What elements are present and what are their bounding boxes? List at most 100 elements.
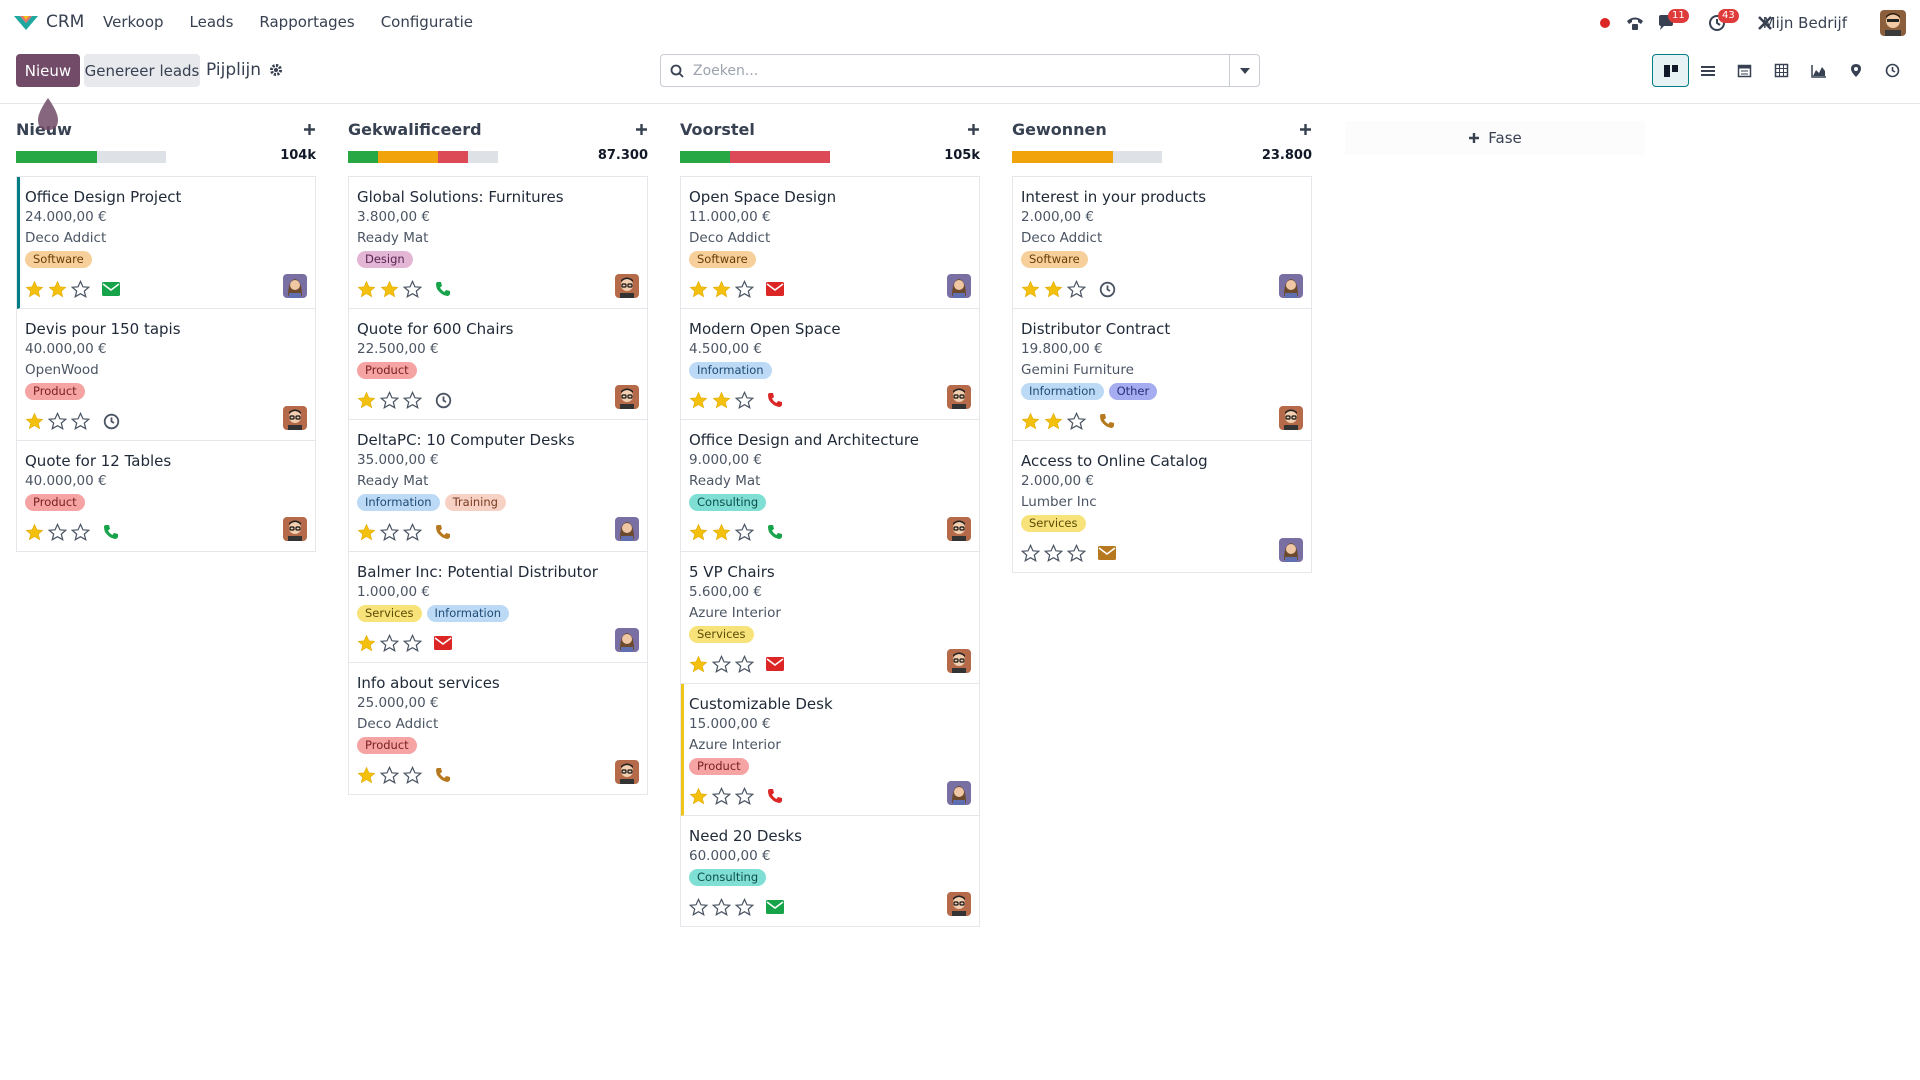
salesperson-avatar[interactable] [947,385,971,409]
column-title[interactable]: Gekwalificeerd [348,120,482,139]
quick-create-plus-icon[interactable] [1299,120,1312,141]
opportunity-card[interactable]: Interest in your products 2.000,00 € Deco … [1013,177,1311,309]
opportunity-card[interactable]: Global Solutions: Furnitures 3.800,00 € Re… [349,177,647,309]
phone-activity-icon[interactable] [102,523,120,541]
column-progress-bar[interactable] [348,151,498,163]
phone-activity-icon[interactable] [1098,412,1116,430]
opportunity-card[interactable]: Open Space Design 11.000,00 € Deco Addict S… [681,177,979,309]
star-empty-icon[interactable] [379,390,400,410]
star-empty-icon[interactable] [402,633,423,653]
phone-activity-icon[interactable] [766,391,784,409]
map-view-button[interactable] [1837,54,1874,87]
star-filled-icon[interactable] [689,523,708,542]
recording-dot-icon[interactable] [1594,12,1616,34]
star-filled-icon[interactable] [1021,412,1040,431]
phone-activity-icon[interactable] [434,766,452,784]
progress-segment[interactable] [729,151,830,163]
menu-item-configuratie[interactable]: Configuratie [381,13,473,31]
star-filled-icon[interactable] [689,787,708,806]
star-empty-icon[interactable] [711,654,732,674]
phone-activity-icon[interactable] [766,787,784,805]
generate-leads-button[interactable]: Genereer leads [84,54,200,87]
list-view-button[interactable] [1689,54,1726,87]
user-avatar[interactable] [1880,10,1906,36]
column-title[interactable]: Gewonnen [1012,120,1107,139]
star-filled-icon[interactable] [712,280,731,299]
pivot-view-button[interactable] [1763,54,1800,87]
progress-segment[interactable] [1012,151,1113,163]
salesperson-avatar[interactable] [283,406,307,430]
star-empty-icon[interactable] [402,390,423,410]
clock-activity-icon[interactable] [102,412,120,430]
crm-logo-icon[interactable] [12,13,40,33]
opportunity-card[interactable]: Modern Open Space 4.500,00 € Information [681,309,979,420]
salesperson-avatar[interactable] [947,274,971,298]
star-filled-icon[interactable] [357,523,376,542]
company-switcher[interactable]: Mijn Bedrijf [1763,14,1847,32]
opportunity-card[interactable]: Office Design and Architecture 9.000,00 €… [681,420,979,552]
opportunity-card[interactable]: Customizable Desk 15.000,00 € Azure Interi… [681,684,979,816]
star-empty-icon[interactable] [688,897,709,917]
progress-segment[interactable] [348,151,378,163]
email-activity-icon[interactable] [434,634,452,652]
opportunity-card[interactable]: Balmer Inc: Potential Distributor 1.000,0… [349,552,647,663]
star-filled-icon[interactable] [357,391,376,410]
star-empty-icon[interactable] [402,522,423,542]
star-empty-icon[interactable] [1066,411,1087,431]
opportunity-card[interactable]: Need 20 Desks 60.000,00 € Consulting [681,816,979,926]
salesperson-avatar[interactable] [615,760,639,784]
star-empty-icon[interactable] [70,522,91,542]
star-empty-icon[interactable] [379,765,400,785]
salesperson-avatar[interactable] [1279,538,1303,562]
salesperson-avatar[interactable] [615,517,639,541]
star-filled-icon[interactable] [25,412,44,431]
star-filled-icon[interactable] [357,766,376,785]
opportunity-card[interactable]: Info about services 25.000,00 € Deco Addic… [349,663,647,794]
search-options-toggle[interactable] [1229,55,1259,86]
star-filled-icon[interactable] [712,523,731,542]
activities-clock-icon[interactable]: 43 [1706,9,1739,34]
clock-activity-icon[interactable] [434,391,452,409]
progress-segment[interactable] [1112,151,1162,163]
star-empty-icon[interactable] [1043,543,1064,563]
star-filled-icon[interactable] [48,280,67,299]
column-progress-bar[interactable] [680,151,830,163]
opportunity-card[interactable]: Devis pour 150 tapis 40.000,00 € OpenWood P… [17,309,315,441]
star-filled-icon[interactable] [25,280,44,299]
star-filled-icon[interactable] [380,280,399,299]
app-name[interactable]: CRM [46,12,84,32]
phone-activity-icon[interactable] [434,280,452,298]
star-empty-icon[interactable] [711,786,732,806]
star-empty-icon[interactable] [47,522,68,542]
star-empty-icon[interactable] [70,411,91,431]
voip-phone-icon[interactable] [1624,12,1646,34]
quick-create-plus-icon[interactable] [635,120,648,141]
progress-segment[interactable] [680,151,730,163]
star-filled-icon[interactable] [689,280,708,299]
salesperson-avatar[interactable] [283,274,307,298]
star-empty-icon[interactable] [379,633,400,653]
star-empty-icon[interactable] [402,279,423,299]
star-filled-icon[interactable] [689,655,708,674]
opportunity-card[interactable]: DeltaPC: 10 Computer Desks 35.000,00 € Rea… [349,420,647,552]
gear-icon[interactable] [269,63,283,77]
star-empty-icon[interactable] [1066,543,1087,563]
email-activity-icon[interactable] [766,655,784,673]
star-empty-icon[interactable] [70,279,91,299]
add-stage-button[interactable]: Fase [1345,121,1645,155]
messages-icon[interactable]: 11 [1656,9,1689,34]
new-button[interactable]: Nieuw [16,54,80,87]
star-empty-icon[interactable] [734,897,755,917]
salesperson-avatar[interactable] [1279,274,1303,298]
opportunity-card[interactable]: Quote for 600 Chairs 22.500,00 € Product [349,309,647,420]
salesperson-avatar[interactable] [283,517,307,541]
menu-item-leads[interactable]: Leads [190,13,234,31]
progress-segment[interactable] [468,151,498,163]
star-filled-icon[interactable] [712,391,731,410]
star-empty-icon[interactable] [402,765,423,785]
salesperson-avatar[interactable] [1279,406,1303,430]
progress-segment[interactable] [16,151,97,163]
star-empty-icon[interactable] [734,279,755,299]
phone-activity-icon[interactable] [766,523,784,541]
salesperson-avatar[interactable] [615,385,639,409]
